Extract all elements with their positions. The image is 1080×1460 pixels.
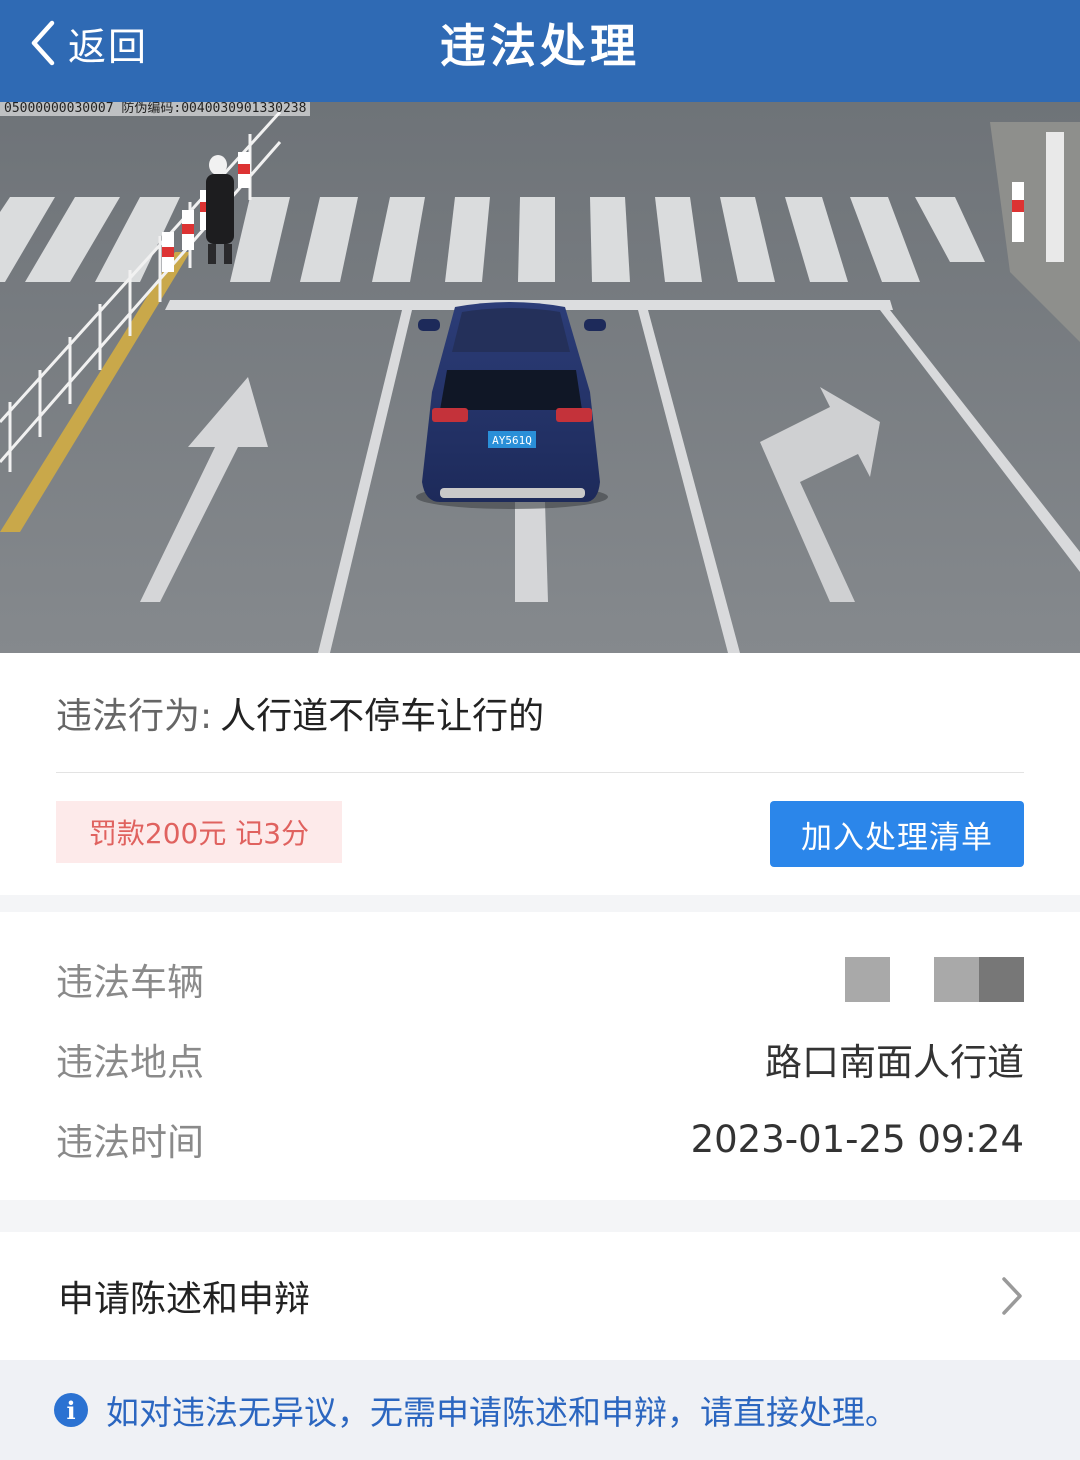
notice-text: 如对违法无异议，无需申请陈述和申辩，请直接处理。 <box>106 1393 898 1432</box>
mask-block <box>979 956 1024 1002</box>
top-nav-bar: 返回 违法处理 <box>0 0 1080 102</box>
location-row: 违法地点 路口南面人行道 <box>56 1019 1024 1099</box>
page-title: 违法处理 <box>440 19 640 73</box>
violation-behavior-row: 违法行为: 人行道不停车让行的 <box>56 653 1024 773</box>
mask-block <box>934 956 979 1002</box>
road-scene-image: AY561Q <box>0 102 1080 653</box>
violation-photo[interactable]: AY561Q 05000000030007 防伪编码:0040030901330… <box>0 102 1080 653</box>
chevron-right-icon <box>1000 1276 1024 1320</box>
appeal-row[interactable]: 申请陈述和申辩 <box>0 1232 1080 1360</box>
add-to-list-button[interactable]: 加入处理清单 <box>770 801 1024 867</box>
time-row: 违法时间 2023-01-25 09:24 <box>56 1099 1024 1179</box>
notice-bar: i 如对违法无异议，无需申请陈述和申辩，请直接处理。 <box>0 1360 1080 1460</box>
back-label: 返回 <box>68 24 149 69</box>
chevron-left-icon <box>28 19 58 67</box>
violation-card: 违法行为: 人行道不停车让行的 罚款200元 记3分 加入处理清单 <box>0 653 1080 895</box>
behavior-value: 人行道不停车让行的 <box>220 695 545 737</box>
behavior-label: 违法行为: <box>56 695 213 737</box>
location-value: 路口南面人行道 <box>765 1041 1024 1084</box>
vehicle-row: 违法车辆 <box>56 939 1024 1019</box>
vehicle-label: 违法车辆 <box>56 961 204 1004</box>
photo-watermark: 05000000030007 防伪编码:0040030901330238 <box>0 102 311 116</box>
vehicle-plate-masked <box>845 956 1024 1002</box>
penalty-badge: 罚款200元 记3分 <box>56 801 342 863</box>
mask-block <box>845 956 890 1002</box>
info-icon: i <box>54 1393 88 1427</box>
appeal-label: 申请陈述和申辩 <box>58 1279 311 1320</box>
time-value: 2023-01-25 09:24 <box>690 1117 1024 1161</box>
location-label: 违法地点 <box>56 1041 204 1084</box>
license-plate: AY561Q <box>492 434 532 447</box>
violation-details-card: 违法车辆 违法地点 路口南面人行道 违法时间 2023-01-25 09:24 <box>0 912 1080 1200</box>
time-label: 违法时间 <box>56 1121 204 1164</box>
back-button[interactable]: 返回 <box>28 0 148 86</box>
